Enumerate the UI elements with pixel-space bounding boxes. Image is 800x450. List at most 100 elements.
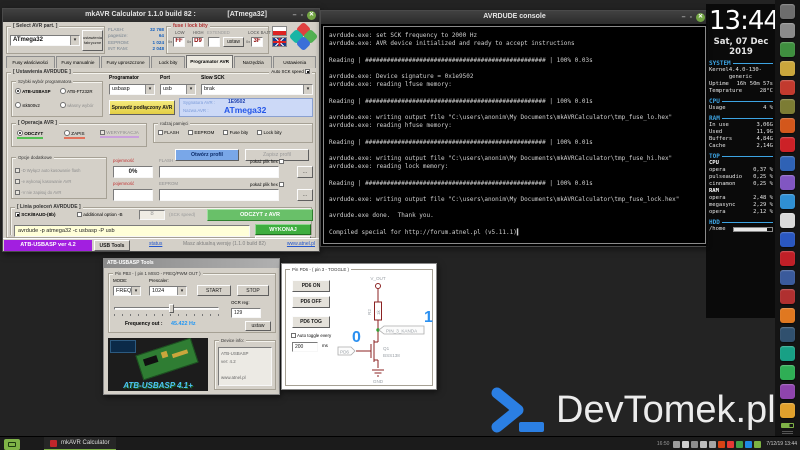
atnel-site-link[interactable]: www.atnel.pl	[287, 241, 315, 248]
eeprom-file-field[interactable]	[159, 189, 279, 201]
chevron-down-icon[interactable]: ▾	[131, 287, 140, 295]
dock-app-icon[interactable]	[780, 4, 795, 19]
open-profile-button[interactable]: Otwórz profil	[175, 149, 239, 161]
fuse-high-field[interactable]: D9	[192, 37, 204, 47]
memory-type-checkbox[interactable]: Fuse bity	[223, 130, 248, 135]
radio-atb-usbasp[interactable]: ATB-USBASP	[15, 88, 51, 95]
tab-ustawienia[interactable]: Ustawienia	[273, 56, 316, 68]
tab-fusy-manualnie[interactable]: Fusy manualnie	[55, 56, 101, 68]
tray-icon[interactable]	[727, 440, 735, 448]
fuse-lock-field[interactable]: 3F	[251, 37, 263, 47]
chevron-down-icon[interactable]: ▾	[145, 85, 154, 94]
maximize-icon[interactable]: ▫	[690, 13, 692, 22]
radio-wlasny-wybor[interactable]: własny wybór	[60, 102, 94, 109]
eeprom-show-hex-checkbox[interactable]: pokaż plik hex	[250, 182, 285, 188]
dock-app-icon[interactable]	[780, 327, 795, 342]
close-icon[interactable]: ✕	[307, 11, 316, 20]
chevron-down-icon[interactable]: ▾	[303, 85, 312, 94]
slow-sck-select[interactable]: brak ▾	[201, 84, 313, 95]
tray-icon[interactable]	[709, 440, 717, 448]
extra-option-checkbox[interactable]: -V nie zapisuj do AVR	[15, 187, 80, 198]
memory-type-checkbox[interactable]: EEPROM	[188, 130, 214, 135]
dock-app-icon[interactable]	[780, 61, 795, 76]
dock-app-icon[interactable]	[780, 80, 795, 95]
usb-tools-button[interactable]: USB Tools	[94, 240, 130, 251]
status-link[interactable]: status	[149, 241, 162, 248]
chevron-down-icon[interactable]: ▾	[70, 36, 79, 45]
console-titlebar[interactable]: AVRDUDE console – ▫ ✕	[321, 11, 708, 24]
pd6-off-button[interactable]: PD6 OFF	[292, 296, 330, 308]
fuse-low-field[interactable]: FF	[173, 37, 185, 47]
interval-field[interactable]: 200	[292, 342, 318, 352]
dock-app-icon[interactable]	[780, 175, 795, 190]
slider-thumb[interactable]	[168, 304, 174, 313]
extra-option-checkbox[interactable]: -D Wyłącz auto kasowanie flash	[15, 165, 80, 176]
factory-settings-button[interactable]: ustawienia fabryczne	[82, 30, 103, 51]
execute-button[interactable]: WYKONAJ	[255, 224, 311, 235]
ocr-slider[interactable]	[114, 304, 219, 316]
check-avr-button[interactable]: Sprawdź podłączony AVR	[109, 100, 175, 115]
tab-lock-bity[interactable]: Lock bity	[150, 56, 186, 68]
menu-button[interactable]	[4, 439, 20, 450]
checkbox-weryfikacja[interactable]: WERYFIKACJA	[100, 130, 139, 139]
usbasp-tools-titlebar[interactable]: ATB-USBASP Tools	[104, 259, 279, 268]
flash-browse-button[interactable]: ...	[297, 166, 313, 178]
avr-part-select[interactable]: ATmega32 ▾	[10, 35, 80, 46]
avrdude-command-input[interactable]: avrdude -p atmega32 -c usbasp -P usb	[14, 225, 250, 237]
taskbar-clock[interactable]: 7/12/19 13:44	[766, 441, 797, 447]
tab-fusy-uproszczone[interactable]: Fusy uproszczone	[101, 56, 150, 68]
chevron-down-icon[interactable]: ▾	[177, 287, 186, 295]
dock-app-icon[interactable]	[780, 346, 795, 361]
dock-app-icon[interactable]	[780, 384, 795, 399]
start-button[interactable]: START	[197, 285, 231, 296]
tray-icon[interactable]	[718, 440, 726, 448]
stop-button[interactable]: STOP	[237, 285, 269, 296]
ocr-reg-field[interactable]: 129	[231, 308, 261, 318]
radio-atb-ft232r[interactable]: ATB-FT232R	[60, 88, 93, 95]
dock-app-icon[interactable]	[780, 194, 795, 209]
auto-toggle-checkbox[interactable]: Auto toggle every	[291, 333, 331, 339]
minimize-icon[interactable]: –	[293, 11, 297, 20]
tray-icon[interactable]	[673, 440, 681, 448]
pd6-on-button[interactable]: PD6 ON	[292, 280, 330, 292]
tray-icon[interactable]	[682, 440, 690, 448]
prescaler-select[interactable]: 1024 ▾	[149, 286, 187, 296]
uk-flag-icon[interactable]	[272, 37, 287, 47]
sck-baud-checkbox[interactable]: SCK/BAUD-(8b)	[15, 212, 55, 217]
maximize-icon[interactable]: ▫	[301, 11, 303, 20]
port-select[interactable]: usb ▾	[160, 84, 196, 95]
memory-type-checkbox[interactable]: FLASH	[158, 130, 179, 135]
flash-file-field[interactable]	[159, 166, 279, 178]
radio-stk500v2[interactable]: stk500v2	[15, 102, 40, 109]
dock-app-icon[interactable]	[780, 289, 795, 304]
polish-flag-icon[interactable]	[272, 26, 287, 36]
dock-app-icon[interactable]	[780, 251, 795, 266]
minimize-icon[interactable]: –	[682, 13, 686, 22]
radio-odczyt[interactable]: ODCZYT	[17, 130, 44, 140]
radio-zapis[interactable]: ZAPIS	[64, 130, 85, 140]
tray-icon[interactable]	[754, 440, 762, 448]
tab-narzedzia[interactable]: Narzędzia	[233, 56, 273, 68]
dock-app-icon[interactable]	[780, 23, 795, 38]
mkavr-titlebar[interactable]: mkAVR Calculator 1.1.0 build 82 : [ATmeg…	[3, 9, 319, 22]
tray-icon[interactable]	[691, 440, 699, 448]
tab-programator-avr[interactable]: Programator AVR	[186, 55, 233, 68]
console-viewport[interactable]: avrdude.exe: set SCK frequency to 2000 H…	[323, 26, 706, 244]
eeprom-browse-button[interactable]: ...	[297, 189, 313, 201]
close-icon[interactable]: ✕	[696, 13, 705, 22]
dock-app-icon[interactable]	[780, 308, 795, 323]
dock-app-icon[interactable]	[780, 270, 795, 285]
chevron-down-icon[interactable]: ▾	[186, 85, 195, 94]
dock-app-icon[interactable]	[780, 42, 795, 57]
auto-sck-checkbox[interactable]: Auto SCK speed	[269, 69, 312, 75]
tray-icon[interactable]	[736, 440, 744, 448]
memory-type-checkbox[interactable]: Lock bity	[257, 130, 282, 135]
ocr-set-button[interactable]: ustaw	[245, 321, 271, 331]
dock-app-icon[interactable]	[780, 365, 795, 380]
programator-select[interactable]: usbasp ▾	[109, 84, 155, 95]
fuse-set-button[interactable]: ustaw	[223, 37, 244, 47]
extra-option-checkbox[interactable]: -e wykonaj kasowanie AVR	[15, 176, 80, 187]
read-from-avr-button[interactable]: ODCZYT z AVR	[207, 209, 313, 221]
dock-app-icon[interactable]	[780, 232, 795, 247]
taskbar-window-button[interactable]: mkAVR Calculator	[44, 437, 116, 450]
